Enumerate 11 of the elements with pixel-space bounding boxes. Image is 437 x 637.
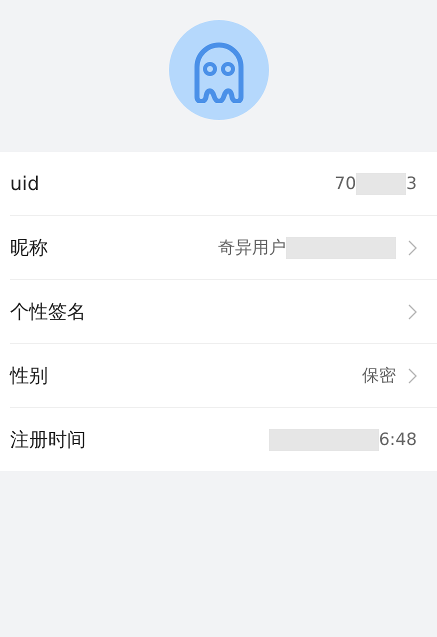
row-label: 昵称	[10, 236, 48, 260]
row-value: 奇异用户	[218, 237, 286, 259]
row-value: 70	[334, 174, 356, 194]
row-label: 性别	[10, 364, 48, 388]
redaction-block	[356, 172, 406, 194]
row-value: 3	[406, 174, 417, 194]
row-value: 6:48	[378, 430, 417, 450]
row-value: 保密	[362, 365, 396, 387]
row-label: 注册时间	[10, 428, 86, 452]
row-label: 个性签名	[10, 300, 86, 324]
row-label: uid	[10, 172, 40, 194]
